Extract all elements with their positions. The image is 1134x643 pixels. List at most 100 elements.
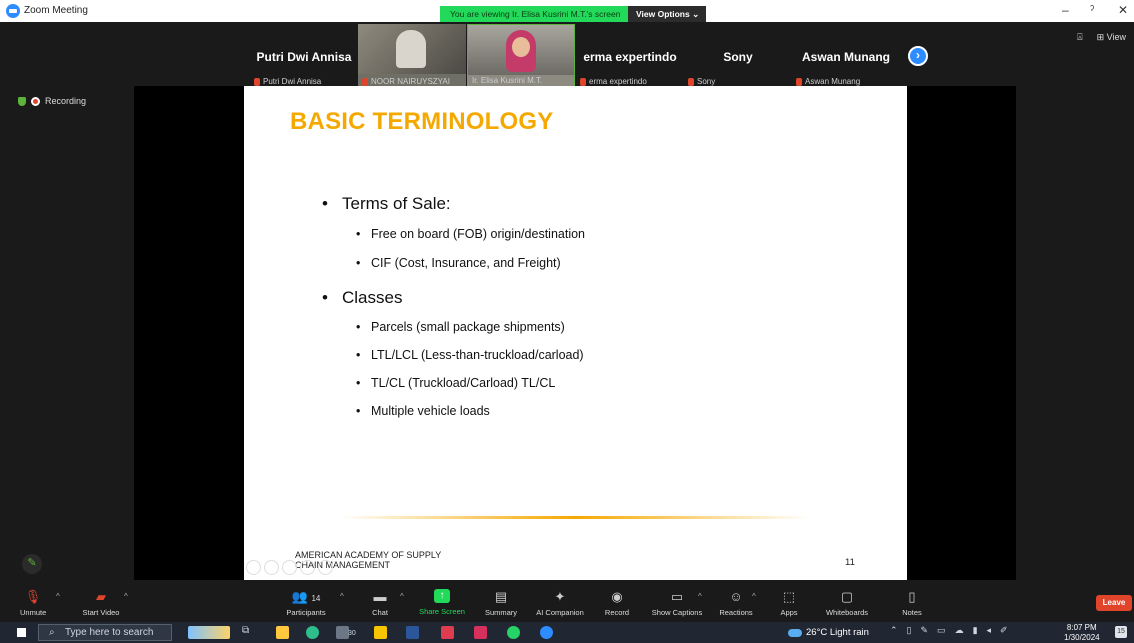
whatsapp-icon[interactable] bbox=[507, 626, 520, 639]
ai-companion-button[interactable]: ✦ AI Companion bbox=[533, 589, 587, 617]
shared-screen: BASIC TERMINOLOGY • Terms of Sale: • Free … bbox=[134, 86, 1016, 580]
pen-tool-icon[interactable] bbox=[282, 560, 297, 575]
whiteboards-button[interactable]: ▢ Whiteboards bbox=[822, 589, 872, 617]
viewing-banner-text: You are viewing Ir. Elisa Kusrini M.T.'s… bbox=[440, 6, 628, 22]
taskbar-app-badge: 30 bbox=[348, 630, 356, 637]
chevron-down-icon: ⌄ bbox=[692, 9, 700, 19]
chat-icon: ▬ bbox=[373, 589, 387, 604]
reactions-caret[interactable]: ^ bbox=[752, 592, 756, 601]
restore-button[interactable]: ˀ bbox=[1090, 3, 1094, 17]
widgets-icon[interactable] bbox=[188, 626, 230, 639]
participant-tile[interactable]: Sony Sony bbox=[684, 24, 792, 88]
windows-start-icon[interactable] bbox=[17, 628, 26, 637]
zoom-tool-icon[interactable] bbox=[300, 560, 315, 575]
weather-cloud-icon bbox=[788, 628, 802, 637]
meeting-area: ⍓ ⊞ View Putri Dwi Annisa Putri Dwi Anni… bbox=[0, 22, 1134, 587]
participant-tile-name: Aswan Munang bbox=[801, 50, 890, 64]
chat-button[interactable]: ▬ Chat bbox=[370, 589, 390, 617]
apps-icon: ⬚ bbox=[782, 589, 796, 604]
chat-caret[interactable]: ^ bbox=[400, 592, 404, 601]
top-right-controls: ⍓ ⊞ View bbox=[1077, 32, 1126, 43]
clock-date: 1/30/2024 bbox=[1064, 633, 1100, 642]
annotate-pencil-icon[interactable]: ✎ bbox=[22, 554, 42, 574]
lock-icon[interactable]: ⍓ bbox=[1077, 32, 1082, 43]
participant-label: Putri Dwi Annisa bbox=[254, 77, 321, 86]
tray-pen-settings-icon[interactable]: ✐ bbox=[1000, 625, 1008, 636]
windows-taskbar: ⌕ Type here to search ⧉ 30 26°C Light ra… bbox=[0, 622, 1134, 643]
shield-icon bbox=[18, 96, 26, 106]
prev-slide-icon[interactable] bbox=[246, 560, 261, 575]
slide-menu-icon[interactable] bbox=[318, 560, 333, 575]
view-button[interactable]: ⊞ View bbox=[1097, 32, 1126, 43]
file-explorer-icon[interactable] bbox=[276, 626, 289, 639]
meeting-toolbar: 🎙 Unmute ^ ▰ Start Video ^ 👥 14 Particip… bbox=[0, 587, 1134, 622]
tray-expand-icon[interactable]: ⌃ bbox=[890, 625, 898, 636]
active-speaker-tile[interactable]: Ir. Elisa Kusrini M.T. bbox=[467, 24, 575, 88]
window-title: Zoom Meeting bbox=[24, 5, 88, 16]
view-grid-icon: ⊞ bbox=[1096, 32, 1105, 42]
speaker-icon[interactable]: ◂ bbox=[987, 625, 992, 636]
participant-person bbox=[396, 30, 426, 68]
record-icon: ◉ bbox=[611, 589, 623, 604]
summary-button[interactable]: ▤ Summary bbox=[482, 589, 520, 617]
weather-widget[interactable]: 26°C Light rain bbox=[788, 627, 869, 638]
tray-app-icon[interactable]: ▯ bbox=[907, 625, 912, 636]
close-button[interactable]: ✕ bbox=[1118, 3, 1128, 17]
clock-time: 8:07 PM bbox=[1066, 623, 1097, 632]
share-screen-button[interactable]: ↑ Share Screen bbox=[418, 589, 466, 616]
chevron-right-icon: › bbox=[916, 48, 920, 62]
record-dot-icon bbox=[31, 96, 40, 106]
next-slide-icon[interactable] bbox=[264, 560, 279, 575]
start-video-button[interactable]: ▰ Start Video bbox=[78, 589, 124, 617]
tray-display-icon[interactable]: ▭ bbox=[937, 625, 946, 636]
word-icon[interactable] bbox=[406, 626, 419, 639]
notification-center-icon[interactable]: 15 bbox=[1115, 626, 1127, 638]
slide-sub-bullet: • Parcels (small package shipments) bbox=[356, 320, 565, 334]
audio-options-caret[interactable]: ^ bbox=[56, 592, 60, 601]
minimize-button[interactable]: – bbox=[1062, 3, 1069, 17]
notes-button[interactable]: ▯ Notes bbox=[899, 589, 925, 617]
tray-security-icon[interactable]: ▮ bbox=[973, 625, 978, 636]
pdf-reader-icon[interactable] bbox=[441, 626, 454, 639]
task-view-icon[interactable]: ⧉ bbox=[242, 625, 249, 636]
captions-caret[interactable]: ^ bbox=[698, 592, 702, 601]
zoom-taskbar-icon[interactable] bbox=[540, 626, 553, 639]
participant-tile[interactable]: NOOR NAIRUYSZYAI bbox=[358, 24, 466, 88]
mic-muted-icon bbox=[688, 77, 694, 86]
record-button[interactable]: ◉ Record bbox=[603, 589, 631, 617]
next-participants-button[interactable]: › bbox=[908, 46, 928, 66]
participants-button[interactable]: 👥 14 Participants bbox=[284, 589, 328, 617]
system-tray: ⌃ ▯ ✎ ▭ ☁ ▮ ◂ ✐ bbox=[890, 625, 1008, 636]
zoom-meeting-screen: Zoom Meeting You are viewing Ir. Elisa K… bbox=[0, 0, 1134, 643]
participant-tile[interactable]: Aswan Munang Aswan Munang bbox=[792, 24, 900, 88]
apps-button[interactable]: ⬚ Apps bbox=[778, 589, 800, 617]
participant-tile[interactable]: Putri Dwi Annisa Putri Dwi Annisa bbox=[250, 24, 358, 88]
view-options-button[interactable]: View Options ⌄ bbox=[628, 6, 706, 22]
slide-bullet: • Classes bbox=[322, 288, 403, 307]
unmute-button[interactable]: 🎙 Unmute bbox=[20, 589, 46, 617]
onedrive-icon[interactable]: ☁ bbox=[955, 625, 964, 636]
leave-button[interactable]: Leave bbox=[1096, 595, 1132, 611]
taskbar-app-icon[interactable] bbox=[474, 626, 487, 639]
reactions-button[interactable]: ☺ Reactions bbox=[716, 589, 756, 617]
participant-tile-name: Putri Dwi Annisa bbox=[256, 50, 352, 64]
participants-caret[interactable]: ^ bbox=[340, 592, 344, 601]
taskbar-clock[interactable]: 8:07 PM 1/30/2024 bbox=[1064, 623, 1100, 643]
sticky-notes-icon[interactable] bbox=[374, 626, 387, 639]
slide-bullet: • Terms of Sale: bbox=[322, 194, 451, 213]
slide-sub-bullet: • Multiple vehicle loads bbox=[356, 404, 490, 418]
sparkle-icon: ✦ bbox=[554, 589, 566, 604]
edge-browser-icon[interactable] bbox=[306, 626, 319, 639]
video-options-caret[interactable]: ^ bbox=[124, 592, 128, 601]
participant-tile[interactable]: erma expertindo erma expertindo bbox=[576, 24, 684, 88]
mic-muted-icon bbox=[362, 77, 368, 86]
slide-sub-bullet: • Free on board (FOB) origin/destination bbox=[356, 227, 585, 241]
tray-pen-icon[interactable]: ✎ bbox=[921, 625, 929, 636]
summary-icon: ▤ bbox=[494, 589, 508, 604]
taskbar-search-box[interactable]: ⌕ Type here to search bbox=[38, 624, 172, 641]
whiteboard-icon: ▢ bbox=[840, 589, 854, 604]
participant-face bbox=[512, 37, 530, 57]
slide-divider bbox=[340, 516, 810, 519]
slide-sub-bullet: • LTL/LCL (Less-than-truckload/carload) bbox=[356, 348, 584, 362]
weather-text: 26°C Light rain bbox=[806, 627, 869, 638]
